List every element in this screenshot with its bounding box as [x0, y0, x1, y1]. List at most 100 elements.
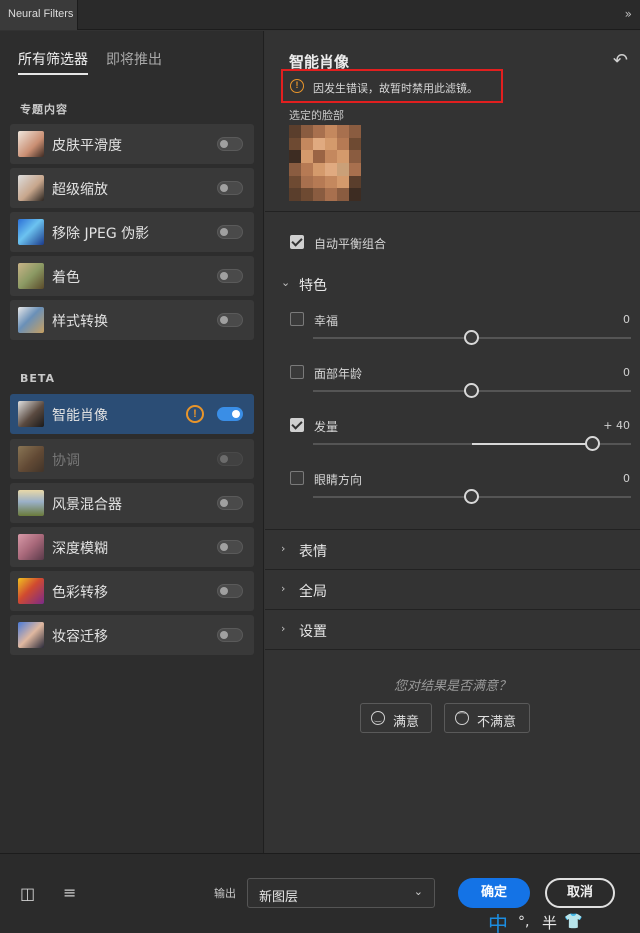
face-mosaic-cell [301, 175, 313, 189]
filter-toggle[interactable] [217, 313, 243, 327]
divider [265, 569, 640, 570]
compare-icon[interactable]: ◫ [20, 884, 35, 903]
face-mosaic-cell [349, 125, 361, 138]
divider [265, 609, 640, 610]
facial-age-slider-knob[interactable] [464, 383, 479, 398]
face-mosaic-cell [325, 137, 337, 151]
filter-item-skin-smoothing[interactable]: 皮肤平滑度 [10, 124, 254, 164]
filter-toggle[interactable] [217, 269, 243, 283]
eye-direction-checkbox[interactable] [290, 471, 304, 485]
makeup-transfer-thumbnail-icon [18, 622, 44, 648]
face-mosaic-cell [325, 163, 337, 176]
chevron-right-icon[interactable]: › [281, 582, 285, 595]
filter-item-landscape-mixer[interactable]: 风景混合器 [10, 483, 254, 523]
chevron-right-icon[interactable]: › [281, 622, 285, 635]
jpeg-removal-thumbnail-icon [18, 219, 44, 245]
filter-toggle[interactable] [217, 496, 243, 510]
filter-label: 色彩转移 [52, 585, 108, 601]
face-mosaic-cell [313, 150, 325, 164]
face-mosaic-cell [301, 150, 313, 164]
hair-thickness-slider-fill [472, 443, 592, 445]
filter-item-smart-portrait[interactable]: 智能肖像 ! [10, 394, 254, 434]
face-mosaic-cell [349, 188, 361, 202]
filter-toggle[interactable] [217, 584, 243, 598]
eye-direction-slider-knob[interactable] [464, 489, 479, 504]
chevron-right-icon[interactable]: › [281, 542, 285, 555]
window-tab[interactable]: Neural Filters [0, 0, 78, 30]
eye-direction-value: 0 [623, 472, 630, 485]
colorize-thumbnail-icon [18, 263, 44, 289]
ime-punctuation-indicator[interactable]: °, [518, 914, 529, 930]
ok-button[interactable]: 确定 [458, 878, 530, 908]
ime-language-indicator[interactable]: 中 [488, 908, 508, 933]
double-chevron-right-icon[interactable]: » [625, 7, 632, 21]
divider [265, 649, 640, 650]
face-mosaic-cell [337, 150, 349, 164]
filter-item-style-transfer[interactable]: 样式转换 [10, 300, 254, 340]
face-mosaic-cell [289, 163, 301, 176]
face-mosaic-cell [289, 188, 301, 202]
hair-thickness-slider-knob[interactable] [585, 436, 600, 451]
face-mosaic-cell [337, 163, 349, 176]
filter-item-color-transfer[interactable]: 色彩转移 [10, 571, 254, 611]
group-settings[interactable]: 设置 [299, 621, 327, 641]
auto-balance-checkbox[interactable] [290, 235, 304, 249]
warning-icon: ! [290, 79, 304, 93]
warning-icon[interactable]: ! [186, 405, 204, 423]
filter-item-depth-blur[interactable]: 深度模糊 [10, 527, 254, 567]
satisfied-label: 满意 [393, 715, 420, 730]
divider [265, 211, 640, 212]
reset-icon[interactable]: ↶ [613, 50, 628, 71]
hair-thickness-checkbox[interactable] [290, 418, 304, 432]
face-mosaic-cell [289, 175, 301, 189]
filter-item-harmonization: 协调 [10, 439, 254, 479]
face-mosaic-cell [337, 137, 349, 151]
features-group-title[interactable]: 特色 [299, 275, 327, 295]
cancel-button[interactable]: 取消 [545, 878, 615, 908]
filter-toggle[interactable] [217, 181, 243, 195]
face-mosaic-cell [337, 175, 349, 189]
facial-age-label: 面部年龄 [314, 367, 363, 381]
skin-smoothing-thumbnail-icon [18, 131, 44, 157]
filter-toggle[interactable] [217, 407, 243, 421]
filter-toggle[interactable] [217, 225, 243, 239]
satisfied-button[interactable]: ‿ 满意 [360, 703, 432, 733]
facial-age-value: 0 [623, 366, 630, 379]
ime-skin-icon[interactable]: 👕 [564, 912, 583, 930]
filter-label: 协调 [52, 453, 80, 469]
output-label: 输出 [214, 887, 236, 900]
tab-coming-soon[interactable]: 即将推出 [106, 49, 162, 69]
filter-toggle[interactable] [217, 540, 243, 554]
filter-item-jpeg-removal[interactable]: 移除 JPEG 伪影 [10, 212, 254, 252]
group-global[interactable]: 全局 [299, 581, 327, 601]
happiness-slider-knob[interactable] [464, 330, 479, 345]
filter-item-super-zoom[interactable]: 超级缩放 [10, 168, 254, 208]
group-expression[interactable]: 表情 [299, 541, 327, 561]
layers-icon[interactable]: ≡ [63, 883, 76, 902]
unsatisfied-button[interactable]: ⁀ 不满意 [444, 703, 530, 733]
filter-toggle[interactable] [217, 137, 243, 151]
filter-toggle [217, 452, 243, 466]
ime-width-indicator[interactable]: 半 [542, 912, 557, 933]
face-mosaic-cell [289, 125, 301, 138]
divider [265, 529, 640, 530]
error-message: 因发生错误，故暂时禁用此滤镜。 [313, 82, 478, 95]
tab-all-filters[interactable]: 所有筛选器 [18, 49, 88, 69]
chevron-down-icon: ⌄ [413, 885, 423, 898]
filter-item-colorize[interactable]: 着色 [10, 256, 254, 296]
hair-thickness-label: 发量 [314, 420, 339, 434]
happiness-value: 0 [623, 313, 630, 326]
output-select[interactable]: 新图层 ⌄ [247, 878, 435, 908]
chevron-down-icon[interactable]: ⌄ [281, 276, 290, 289]
happiness-checkbox[interactable] [290, 312, 304, 326]
facial-age-checkbox[interactable] [290, 365, 304, 379]
output-select-value: 新图层 [259, 890, 299, 905]
face-mosaic-cell [325, 188, 337, 202]
super-zoom-thumbnail-icon [18, 175, 44, 201]
landscape-mixer-thumbnail-icon [18, 490, 44, 516]
selected-face-thumbnail[interactable] [289, 125, 361, 202]
filter-toggle[interactable] [217, 628, 243, 642]
filter-settings-panel: 智能肖像 ↶ ! 因发生错误，故暂时禁用此滤镜。 选定的脸部 自动平衡组合 ⌄ … [265, 31, 640, 853]
filter-item-makeup-transfer[interactable]: 妆容迁移 [10, 615, 254, 655]
harmonization-thumbnail-icon [18, 446, 44, 472]
